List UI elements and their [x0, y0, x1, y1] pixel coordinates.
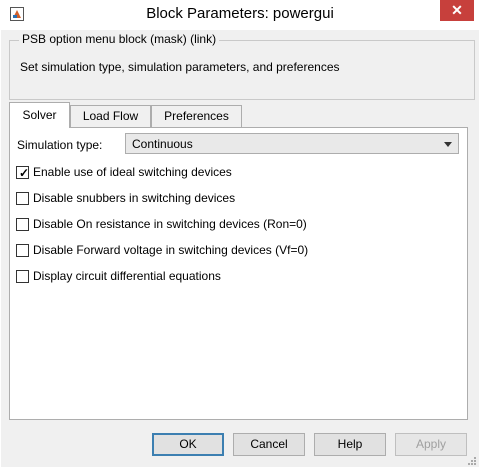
mask-description-group: PSB option menu block (mask) (link) Set …: [9, 32, 475, 100]
tab-preferences[interactable]: Preferences: [151, 105, 242, 127]
simulation-type-label: Simulation type:: [17, 138, 103, 152]
checkbox[interactable]: [16, 192, 29, 205]
checkbox-label: Disable snubbers in switching devices: [33, 191, 236, 205]
checkbox-label: Disable On resistance in switching devic…: [33, 217, 307, 231]
title-bar: Block Parameters: powergui ✕: [0, 0, 480, 30]
help-button[interactable]: Help: [314, 433, 386, 456]
simulation-type-value: Continuous: [132, 137, 193, 151]
mask-legend: PSB option menu block (mask) (link): [19, 32, 220, 46]
tab-label: Solver: [22, 108, 57, 122]
ok-button[interactable]: OK: [152, 433, 224, 456]
apply-button[interactable]: Apply: [395, 433, 467, 456]
checkbox-label: Display circuit differential equations: [33, 269, 221, 283]
checkbox-label: Disable Forward voltage in switching dev…: [33, 243, 309, 257]
tab-label: Load Flow: [82, 109, 139, 123]
checkbox[interactable]: [16, 244, 29, 257]
tab-load-flow[interactable]: Load Flow: [70, 105, 151, 127]
tab-label: Preferences: [164, 109, 229, 123]
checkbox[interactable]: [16, 270, 29, 283]
close-button[interactable]: ✕: [440, 0, 474, 21]
close-icon: ✕: [451, 2, 463, 18]
checkmark-icon: ✓: [19, 166, 30, 180]
solver-tab-panel: Simulation type: Continuous ✓ Enable use…: [9, 127, 468, 420]
mask-description: Set simulation type, simulation paramete…: [20, 60, 340, 74]
tab-solver[interactable]: Solver: [9, 102, 70, 128]
checkbox[interactable]: ✓: [16, 166, 29, 179]
simulation-type-dropdown[interactable]: Continuous: [125, 133, 459, 154]
dialog-body: PSB option menu block (mask) (link) Set …: [1, 30, 479, 467]
cancel-button[interactable]: Cancel: [233, 433, 305, 456]
window-title: Block Parameters: powergui: [146, 5, 334, 22]
checkbox-label: Enable use of ideal switching devices: [33, 165, 232, 179]
checkbox[interactable]: [16, 218, 29, 231]
chevron-down-icon: [444, 142, 452, 147]
resize-grip-icon[interactable]: [467, 455, 477, 465]
